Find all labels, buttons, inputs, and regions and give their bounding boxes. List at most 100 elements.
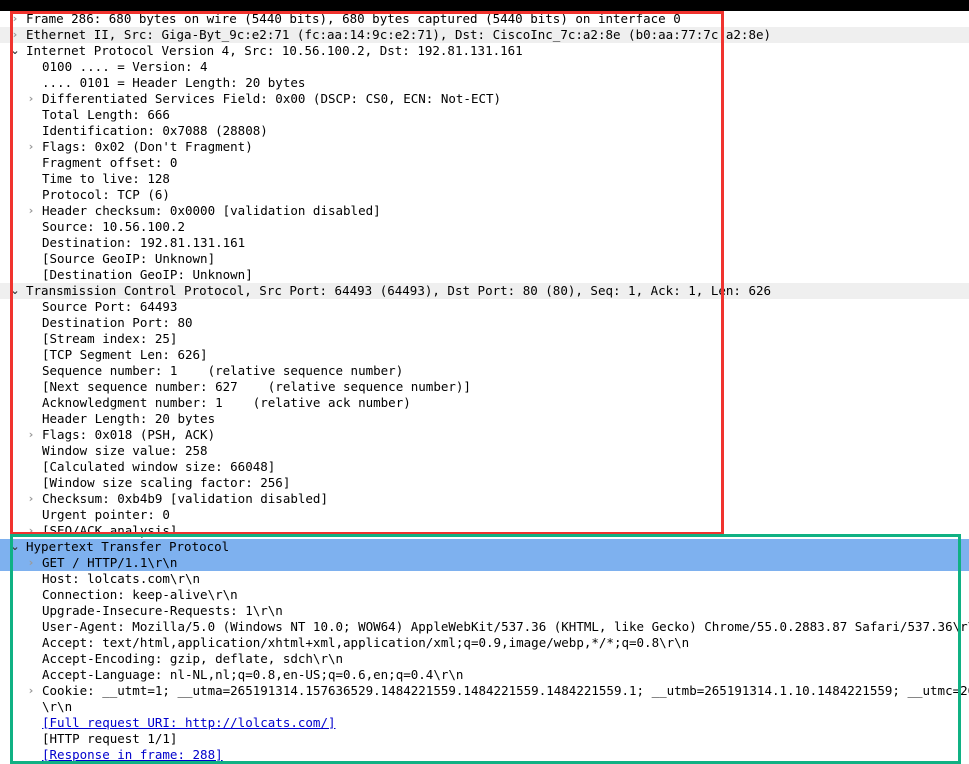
tree-row-label: Identification: 0x7088 (28808) [42, 123, 268, 138]
tree-row[interactable]: Fragment offset: 0 [0, 155, 969, 171]
chevron-right-icon[interactable]: › [25, 139, 37, 155]
tree-row-label: Header Length: 20 bytes [42, 411, 216, 426]
tree-row-label: Acknowledgment number: 1 (relative ack n… [42, 395, 411, 410]
tree-row-label: Accept-Language: nl-NL,nl;q=0.8,en-US;q=… [42, 667, 464, 682]
tree-row[interactable]: Upgrade-Insecure-Requests: 1\r\n [0, 603, 969, 619]
tree-row[interactable]: Identification: 0x7088 (28808) [0, 123, 969, 139]
top-black-strip [0, 0, 969, 11]
chevron-down-icon[interactable]: ⌄ [9, 283, 21, 299]
chevron-right-icon[interactable]: › [25, 427, 37, 443]
tree-row[interactable]: .... 0101 = Header Length: 20 bytes [0, 75, 969, 91]
tree-row-label: .... 0101 = Header Length: 20 bytes [42, 75, 306, 90]
tree-row-label: Checksum: 0xb4b9 [validation disabled] [42, 491, 328, 506]
tree-row-label: [Full request URI: http://lolcats.com/] [42, 715, 336, 730]
tree-row-label: [Stream index: 25] [42, 331, 178, 346]
tree-row[interactable]: › Flags: 0x02 (Don't Fragment) [0, 139, 969, 155]
tree-row[interactable]: ⌄ Hypertext Transfer Protocol [0, 539, 969, 555]
tree-row-label: [Next sequence number: 627 (relative seq… [42, 379, 471, 394]
tree-row[interactable]: [Source GeoIP: Unknown] [0, 251, 969, 267]
packet-detail-tree[interactable]: › Frame 286: 680 bytes on wire (5440 bits… [0, 11, 969, 764]
tree-row[interactable]: Header Length: 20 bytes [0, 411, 969, 427]
tree-row[interactable]: [Full request URI: http://lolcats.com/] [0, 715, 969, 731]
chevron-right-icon[interactable]: › [25, 523, 37, 539]
tree-row[interactable]: › Frame 286: 680 bytes on wire (5440 bits… [0, 11, 969, 27]
tree-row[interactable]: Destination: 192.81.131.161 [0, 235, 969, 251]
tree-row-label: [Source GeoIP: Unknown] [42, 251, 216, 266]
tree-row-label: Hypertext Transfer Protocol [26, 539, 230, 554]
chevron-right-icon[interactable]: › [25, 91, 37, 107]
tree-row[interactable]: › GET / HTTP/1.1\r\n [0, 555, 969, 571]
tree-row[interactable]: › Differentiated Services Field: 0x00 (DS… [0, 91, 969, 107]
tree-row[interactable]: [Stream index: 25] [0, 331, 969, 347]
tree-row-label: Sequence number: 1 (relative sequence nu… [42, 363, 404, 378]
tree-row[interactable]: Source: 10.56.100.2 [0, 219, 969, 235]
tree-row-label: 0100 .... = Version: 4 [42, 59, 208, 74]
tree-row-label: Time to live: 128 [42, 171, 170, 186]
tree-row-label: GET / HTTP/1.1\r\n [42, 555, 178, 570]
tree-row-label: Accept-Encoding: gzip, deflate, sdch\r\n [42, 651, 344, 666]
tree-row-label: User-Agent: Mozilla/5.0 (Windows NT 10.0… [42, 619, 969, 634]
tree-row[interactable]: Accept: text/html,application/xhtml+xml,… [0, 635, 969, 651]
tree-row[interactable]: › Checksum: 0xb4b9 [validation disabled] [0, 491, 969, 507]
tree-row-label: Fragment offset: 0 [42, 155, 178, 170]
tree-row[interactable]: Accept-Encoding: gzip, deflate, sdch\r\n [0, 651, 969, 667]
chevron-right-icon[interactable]: › [25, 491, 37, 507]
tree-row[interactable]: Protocol: TCP (6) [0, 187, 969, 203]
chevron-down-icon[interactable]: ⌄ [9, 43, 21, 59]
tree-row[interactable]: › Ethernet II, Src: Giga-Byt_9c:e2:71 (fc… [0, 27, 969, 43]
chevron-right-icon[interactable]: › [25, 555, 37, 571]
tree-row[interactable]: › Header checksum: 0x0000 [validation dis… [0, 203, 969, 219]
tree-row-label: Frame 286: 680 bytes on wire (5440 bits)… [26, 11, 681, 26]
tree-row-label: [SEQ/ACK analysis] [42, 523, 178, 538]
tree-row[interactable]: Urgent pointer: 0 [0, 507, 969, 523]
tree-row-label: Connection: keep-alive\r\n [42, 587, 238, 602]
tree-row-label: [TCP Segment Len: 626] [42, 347, 208, 362]
tree-row[interactable]: [HTTP request 1/1] [0, 731, 969, 747]
tree-row[interactable]: Sequence number: 1 (relative sequence nu… [0, 363, 969, 379]
tree-row[interactable]: 0100 .... = Version: 4 [0, 59, 969, 75]
tree-row[interactable]: [Response in frame: 288] [0, 747, 969, 763]
tree-row-label: [Response in frame: 288] [42, 747, 223, 762]
tree-row[interactable]: › Cookie: __utmt=1; __utma=265191314.1576… [0, 683, 969, 699]
tree-row[interactable]: Accept-Language: nl-NL,nl;q=0.8,en-US;q=… [0, 667, 969, 683]
chevron-right-icon[interactable]: › [25, 203, 37, 219]
tree-row[interactable]: Connection: keep-alive\r\n [0, 587, 969, 603]
tree-row-label: Source: 10.56.100.2 [42, 219, 185, 234]
tree-row[interactable]: [TCP Segment Len: 626] [0, 347, 969, 363]
tree-row-label: Destination Port: 80 [42, 315, 193, 330]
chevron-right-icon[interactable]: › [9, 27, 21, 43]
tree-row-label: \r\n [42, 699, 73, 714]
chevron-down-icon[interactable]: ⌄ [9, 539, 21, 555]
tree-row[interactable]: Time to live: 128 [0, 171, 969, 187]
tree-row[interactable]: Host: lolcats.com\r\n [0, 571, 969, 587]
chevron-right-icon[interactable]: › [25, 683, 37, 699]
tree-row-label: Cookie: __utmt=1; __utma=265191314.15763… [42, 683, 969, 698]
chevron-right-icon[interactable]: › [9, 11, 21, 27]
tree-row-label: Flags: 0x018 (PSH, ACK) [42, 427, 216, 442]
tree-row[interactable]: ⌄ Internet Protocol Version 4, Src: 10.56… [0, 43, 969, 59]
tree-row-label: [Destination GeoIP: Unknown] [42, 267, 253, 282]
tree-row[interactable]: Window size value: 258 [0, 443, 969, 459]
tree-row[interactable]: [Window size scaling factor: 256] [0, 475, 969, 491]
tree-row-label: Header checksum: 0x0000 [validation disa… [42, 203, 381, 218]
tree-row-label: Transmission Control Protocol, Src Port:… [26, 283, 772, 298]
tree-row[interactable]: › [SEQ/ACK analysis] [0, 523, 969, 539]
tree-row[interactable]: › Flags: 0x018 (PSH, ACK) [0, 427, 969, 443]
tree-row-label: Protocol: TCP (6) [42, 187, 170, 202]
tree-row[interactable]: [Calculated window size: 66048] [0, 459, 969, 475]
tree-row[interactable]: \r\n [0, 699, 969, 715]
tree-row[interactable]: Total Length: 666 [0, 107, 969, 123]
tree-row[interactable]: Destination Port: 80 [0, 315, 969, 331]
tree-row-label: Source Port: 64493 [42, 299, 178, 314]
tree-row[interactable]: Acknowledgment number: 1 (relative ack n… [0, 395, 969, 411]
tree-row-label: Accept: text/html,application/xhtml+xml,… [42, 635, 690, 650]
tree-row-label: Flags: 0x02 (Don't Fragment) [42, 139, 253, 154]
tree-row-label: [Window size scaling factor: 256] [42, 475, 291, 490]
tree-row[interactable]: Source Port: 64493 [0, 299, 969, 315]
tree-row[interactable]: [Next sequence number: 627 (relative seq… [0, 379, 969, 395]
tree-row[interactable]: ⌄ Transmission Control Protocol, Src Port… [0, 283, 969, 299]
tree-row[interactable]: User-Agent: Mozilla/5.0 (Windows NT 10.0… [0, 619, 969, 635]
tree-row-label: Host: lolcats.com\r\n [42, 571, 201, 586]
tree-row-label: Differentiated Services Field: 0x00 (DSC… [42, 91, 502, 106]
tree-row[interactable]: [Destination GeoIP: Unknown] [0, 267, 969, 283]
